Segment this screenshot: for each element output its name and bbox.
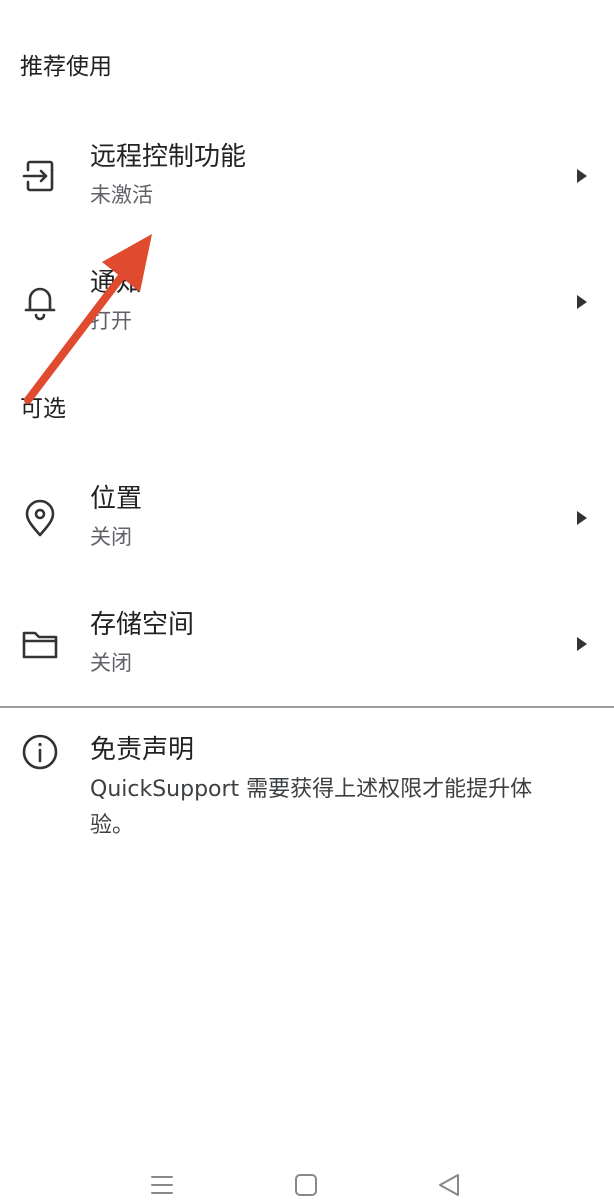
location-status: 关闭 <box>90 525 132 549</box>
info-icon <box>20 732 60 772</box>
permission-row-location[interactable]: 位置 关闭 <box>0 460 614 580</box>
back-icon[interactable] <box>434 1170 464 1200</box>
folder-icon <box>20 624 60 664</box>
remote-control-icon <box>20 156 60 196</box>
chevron-right-icon <box>572 508 592 528</box>
chevron-right-icon <box>572 166 592 186</box>
permission-row-remote-control[interactable]: 远程控制功能 未激活 <box>0 118 614 238</box>
home-icon[interactable] <box>291 1170 321 1200</box>
remote-control-status: 未激活 <box>90 183 153 207</box>
section-header-recommended: 推荐使用 <box>20 54 112 80</box>
permission-row-storage[interactable]: 存储空间 关闭 <box>0 586 614 706</box>
permission-row-notifications[interactable]: 通知 打开 <box>0 244 614 364</box>
storage-status: 关闭 <box>90 651 132 675</box>
notifications-title: 通知 <box>90 268 143 298</box>
chevron-right-icon <box>572 292 592 312</box>
storage-title: 存储空间 <box>90 610 195 640</box>
menu-icon[interactable] <box>147 1170 177 1200</box>
bell-icon <box>20 281 60 321</box>
disclaimer-body: QuickSupport 需要获得上述权限才能提升体验。 <box>90 777 533 838</box>
notifications-status: 打开 <box>90 309 132 333</box>
chevron-right-icon <box>572 634 592 654</box>
section-header-optional: 可选 <box>20 396 66 422</box>
location-title: 位置 <box>90 484 143 514</box>
system-navigation-bar <box>0 1160 614 1203</box>
location-pin-icon <box>20 499 60 539</box>
disclaimer-title: 免责声明 <box>90 735 195 765</box>
section-divider <box>0 706 614 708</box>
remote-control-title: 远程控制功能 <box>90 142 247 172</box>
